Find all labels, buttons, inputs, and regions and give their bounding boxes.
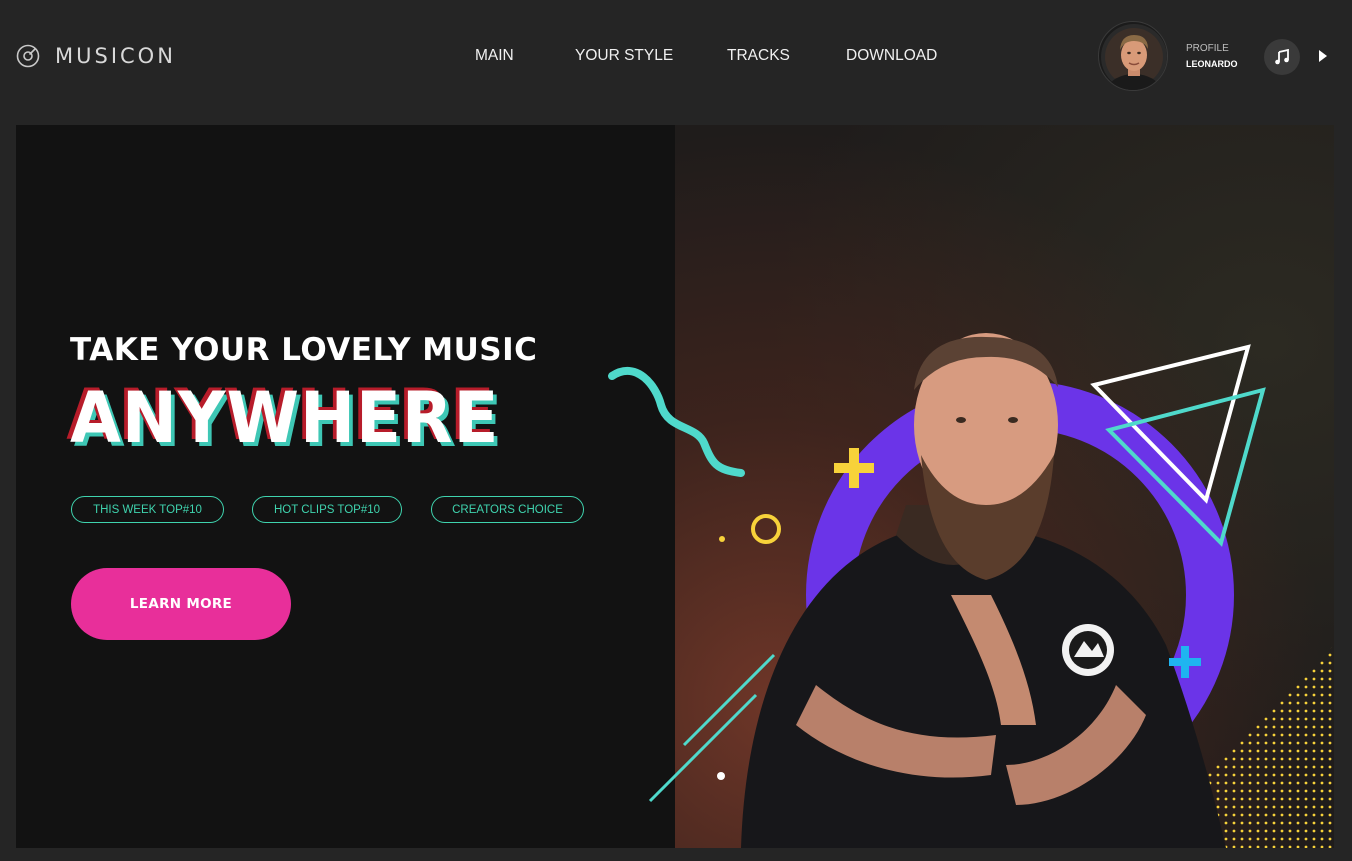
teal-line xyxy=(648,693,758,803)
hero-tagline: TAKE YOUR LOVELY MUSIC xyxy=(70,332,538,368)
yellow-dot xyxy=(719,536,725,542)
nav-item-tracks[interactable]: TRACKS xyxy=(727,47,790,65)
yellow-ring xyxy=(751,514,781,544)
tag-hot-clips-top10[interactable]: HOT CLIPS TOP#10 xyxy=(252,496,402,523)
top-header: MUSICON MAIN YOUR STYLE TRACKS DOWNLOAD … xyxy=(0,0,1352,115)
brand-name: MUSICON xyxy=(55,44,176,68)
hero-decorations xyxy=(608,333,1334,848)
hero-banner: TAKE YOUR LOVELY MUSIC ANYWHERE THIS WEE… xyxy=(16,125,1334,848)
profile-label: PROFILE xyxy=(1186,43,1229,54)
music-note-icon xyxy=(1275,49,1289,65)
avatar-portrait-image xyxy=(1101,24,1167,90)
brand-logo[interactable]: MUSICON xyxy=(16,44,176,68)
profile-name[interactable]: LEONARDO xyxy=(1186,59,1238,69)
user-avatar[interactable] xyxy=(1098,21,1168,91)
music-button[interactable] xyxy=(1264,39,1300,75)
tag-creators-choice[interactable]: CREATORS CHOICE xyxy=(431,496,584,523)
nav-item-main[interactable]: MAIN xyxy=(475,47,514,65)
nav-item-download[interactable]: DOWNLOAD xyxy=(846,47,937,65)
vinyl-disc-icon xyxy=(16,44,40,68)
nav-item-your-style[interactable]: YOUR STYLE xyxy=(575,47,673,65)
white-dot xyxy=(717,772,725,780)
play-icon xyxy=(1319,50,1327,62)
learn-more-button[interactable]: LEARN MORE xyxy=(71,568,291,640)
play-button[interactable] xyxy=(1316,48,1330,64)
teal-squiggle xyxy=(608,366,745,477)
tag-this-week-top10[interactable]: THIS WEEK TOP#10 xyxy=(71,496,224,523)
hero-headline: ANYWHERE xyxy=(70,377,500,459)
